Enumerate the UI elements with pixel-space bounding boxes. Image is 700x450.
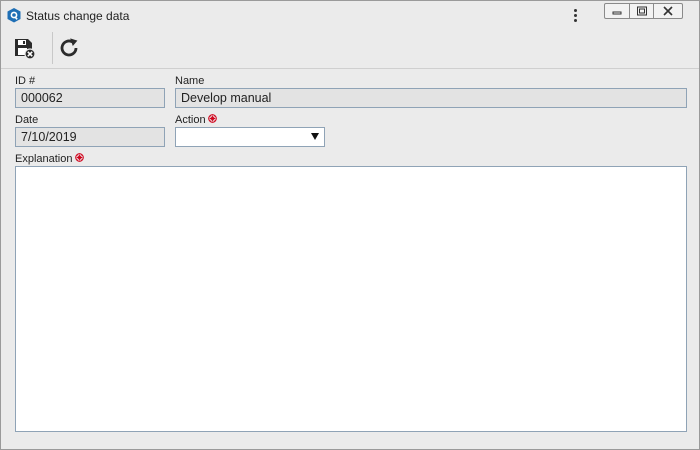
refresh-icon	[60, 38, 78, 57]
toolbar	[1, 30, 699, 69]
toolbar-separator	[52, 32, 53, 64]
title-bar[interactable]: Status change data	[1, 1, 699, 30]
action-label-wrap: Action	[175, 114, 217, 126]
id-field[interactable]: 000062	[15, 88, 165, 108]
app-logo-icon	[7, 8, 21, 23]
minimize-icon	[612, 11, 622, 15]
action-label: Action	[175, 114, 206, 126]
name-field[interactable]: Develop manual	[175, 88, 687, 108]
save-and-close-icon	[15, 39, 36, 60]
explanation-label-wrap: Explanation	[15, 153, 84, 165]
action-select[interactable]	[175, 127, 325, 147]
name-label: Name	[175, 75, 205, 87]
minimize-button[interactable]	[604, 3, 630, 19]
id-label: ID #	[15, 75, 36, 87]
refresh-button[interactable]	[55, 34, 83, 62]
explanation-textarea[interactable]	[15, 166, 687, 432]
required-field-icon	[74, 153, 84, 162]
chevron-down-icon	[311, 133, 319, 140]
window-controls	[604, 3, 683, 20]
explanation-label: Explanation	[15, 153, 73, 165]
more-vertical-icon[interactable]	[569, 7, 581, 25]
close-button[interactable]	[653, 3, 683, 19]
save-and-close-button[interactable]	[10, 34, 38, 62]
close-icon	[663, 6, 673, 16]
dialog-window: Status change data ID # 000062 Name Deve…	[0, 0, 700, 450]
restore-icon	[636, 6, 647, 16]
date-field[interactable]: 7/10/2019	[15, 127, 165, 147]
required-field-icon	[207, 114, 217, 123]
window-title: Status change data	[26, 9, 130, 23]
date-label: Date	[15, 114, 39, 126]
restore-button[interactable]	[629, 3, 654, 19]
form-area: ID # 000062 Name Develop manual Date 7/1…	[1, 69, 699, 449]
